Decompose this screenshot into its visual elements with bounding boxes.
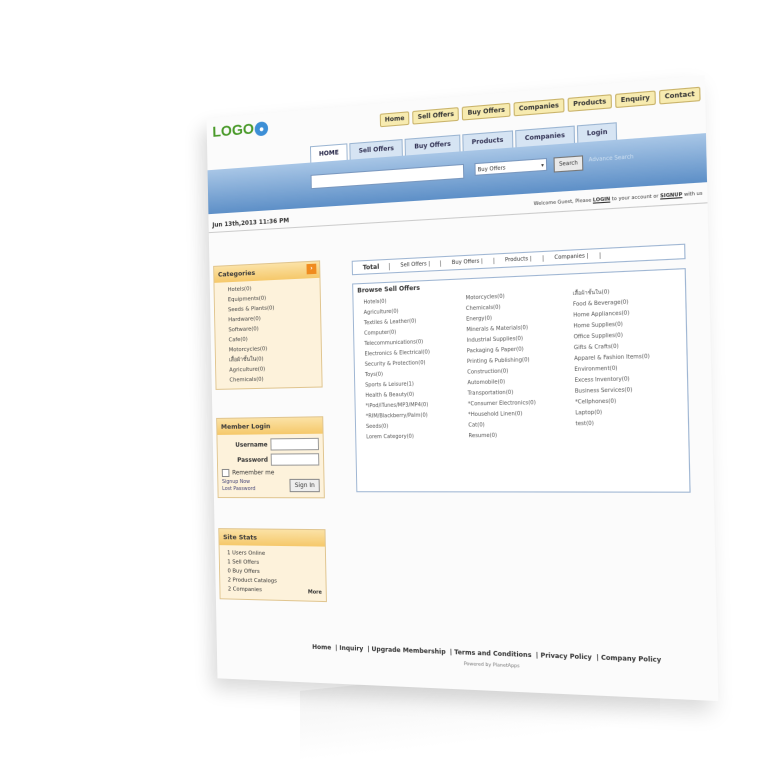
topnav-home[interactable]: Home [379, 111, 410, 128]
lost-password-link[interactable]: Lost Password [222, 486, 255, 493]
welcome-middle: to your account or [611, 194, 659, 203]
browse-columns: Hotels(0) Agriculture(0) Textiles & Leathe… [353, 284, 688, 443]
footer-terms-link[interactable]: Terms and Conditions [454, 649, 531, 659]
chevron-down-icon: ▾ [541, 162, 544, 170]
search-type-value: Buy Offers [477, 165, 506, 174]
total-sell-offers: Sell Offers | [390, 260, 442, 270]
browse-sell-offers: Browse Sell Offers Hotels(0) Agriculture(… [352, 268, 691, 493]
topnav-contact[interactable]: Contact [658, 86, 701, 105]
site-stats-list: 1 Users Online 1 Sell Offers 0 Buy Offer… [220, 545, 326, 601]
welcome-prefix: Welcome Guest, Please [533, 198, 592, 208]
footer-privacy-link[interactable]: Privacy Policy [540, 652, 592, 662]
footer-inquiry-link[interactable]: Inquiry [339, 645, 363, 653]
website-mockup: LOGO ● Home Sell Offers Buy Offers Compan… [206, 75, 719, 702]
categories-box: Categories › Hotels(0) Equipments(0) Seed… [213, 260, 323, 390]
welcome-suffix: with us [683, 191, 703, 199]
browse-column-2: Motorcycles(0) Chemicals(0) Energy(0) Miner… [466, 288, 576, 441]
member-login-box: Member Login Username Password Remember … [216, 416, 325, 499]
footer-home-link[interactable]: Home [312, 644, 331, 652]
tab-home[interactable]: HOME [309, 143, 348, 163]
password-label: Password [237, 456, 268, 464]
categories-list: Hotels(0) Equipments(0) Seeds & Plants(0… [214, 278, 321, 389]
top-navigation: Home Sell Offers Buy Offers Companies Pr… [379, 86, 701, 128]
browse-category-link[interactable]: Resume(0) [468, 430, 575, 442]
topnav-products[interactable]: Products [567, 94, 612, 112]
site-stats-header: Site Stats [219, 529, 325, 547]
total-buy-offers: Buy Offers | [441, 257, 495, 267]
topnav-buy-offers[interactable]: Buy Offers [462, 102, 511, 121]
total-products: Products | [494, 255, 544, 265]
logo-text: LOGO [212, 120, 255, 141]
member-login-header: Member Login [217, 417, 323, 435]
categories-title: Categories [217, 268, 256, 279]
site-stats-box: Site Stats 1 Users Online 1 Sell Offers … [218, 528, 327, 603]
site-logo[interactable]: LOGO ● [212, 119, 269, 141]
topnav-sell-offers[interactable]: Sell Offers [412, 107, 460, 125]
search-button[interactable]: Search [553, 155, 584, 173]
tab-login[interactable]: Login [576, 122, 618, 143]
login-links: Signup Now Lost Password [222, 479, 256, 493]
total-label: Total [352, 262, 391, 272]
browse-column-3: เสื้อผ้าชั้นใน(0) Food & Beverage(0) Home … [573, 284, 689, 441]
browse-column-1: Hotels(0) Agriculture(0) Textiles & Leathe… [363, 293, 468, 442]
topnav-enquiry[interactable]: Enquiry [615, 90, 656, 109]
remember-me-checkbox[interactable] [221, 468, 230, 477]
footer-upgrade-link[interactable]: Upgrade Membership [371, 646, 445, 656]
signup-link[interactable]: SIGNUP [660, 193, 682, 200]
more-link[interactable]: More [308, 588, 322, 598]
arrow-right-icon[interactable]: › [306, 263, 317, 275]
footer-links: Home | Inquiry | Upgrade Membership | Terms… [312, 643, 662, 665]
browse-category-link[interactable]: Lorem Category(0) [366, 431, 469, 443]
signup-now-link[interactable]: Signup Now [222, 479, 255, 486]
remember-me-label: Remember me [232, 469, 275, 477]
logo-circle-icon: ● [254, 121, 269, 137]
topnav-companies[interactable]: Companies [513, 98, 565, 117]
stage: LOGO ● Home Sell Offers Buy Offers Compan… [0, 0, 781, 781]
password-field[interactable] [270, 453, 320, 466]
category-item[interactable]: Chemicals(0) [229, 373, 321, 385]
username-field[interactable] [270, 437, 319, 451]
total-companies: Companies | [543, 252, 601, 262]
footer-company-policy-link[interactable]: Company Policy [601, 654, 661, 664]
login-link[interactable]: LOGIN [593, 197, 611, 204]
powered-by: Powered by PlanetApps [463, 661, 520, 670]
sign-in-button[interactable]: Sign In [289, 478, 320, 493]
login-form: Username Password Remember me Signup Now… [217, 434, 323, 498]
browse-category-link[interactable]: test(0) [575, 417, 688, 429]
username-label: Username [235, 440, 268, 449]
